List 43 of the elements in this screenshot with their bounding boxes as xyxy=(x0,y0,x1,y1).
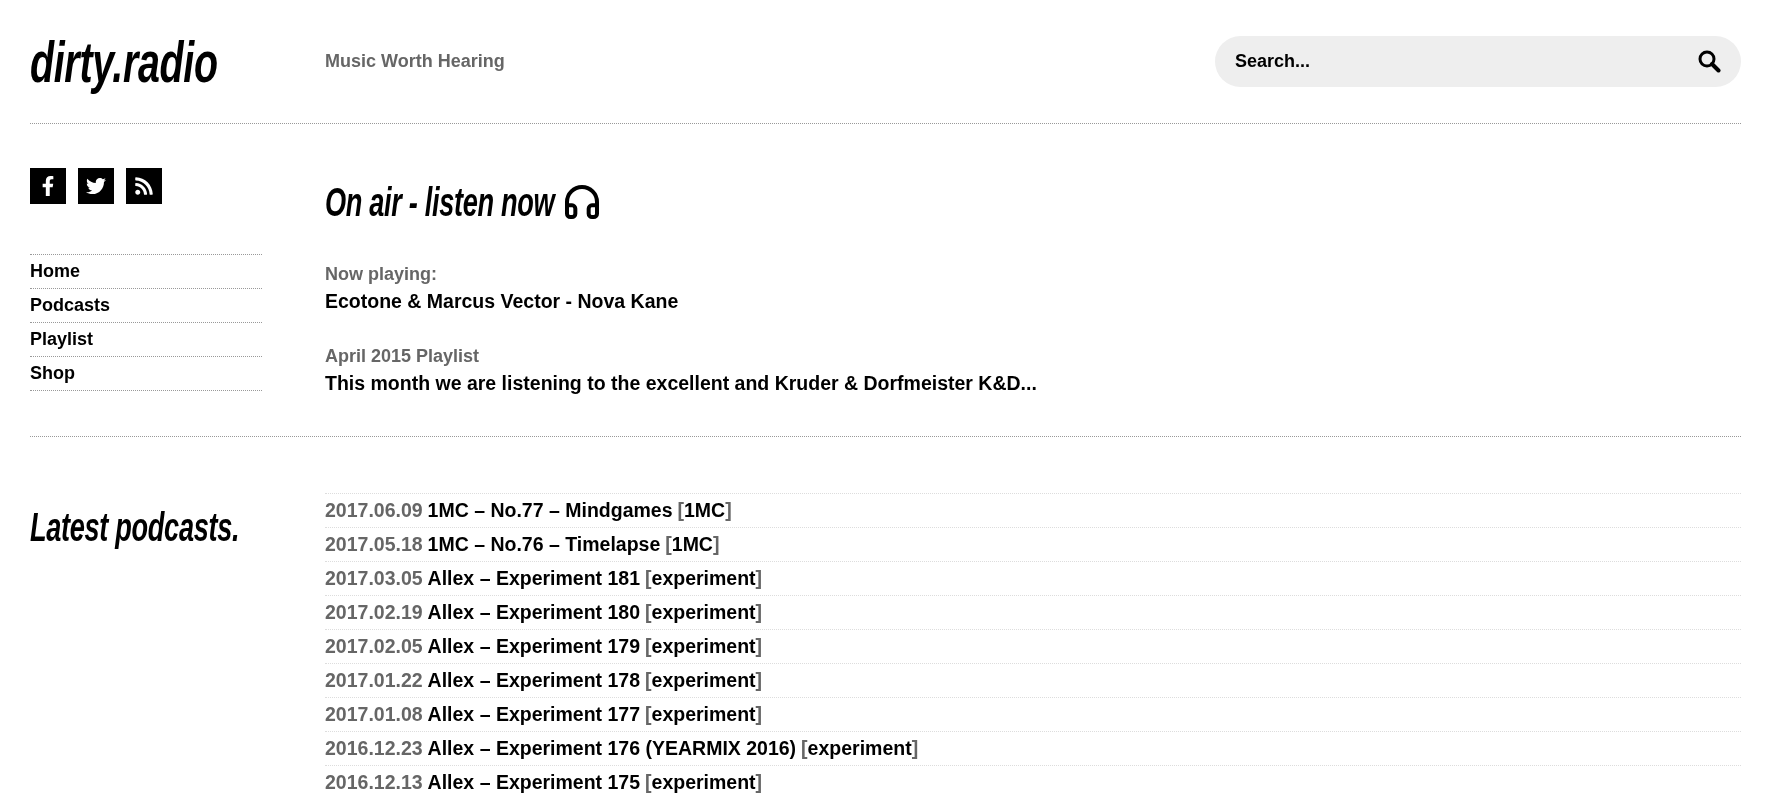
podcast-tag-link[interactable]: [experiment] xyxy=(645,567,763,590)
podcast-link[interactable]: Allex – Experiment 178 xyxy=(427,669,641,692)
playlist-title: April 2015 Playlist xyxy=(325,345,481,368)
podcast-tag-link[interactable]: [experiment] xyxy=(801,737,919,760)
search-field[interactable]: Search... xyxy=(1215,36,1741,87)
podcast-date: 2017.05.18 xyxy=(325,533,423,556)
on-air-heading: On air - listen now xyxy=(325,182,555,222)
nav-link[interactable]: Shop xyxy=(30,356,262,390)
podcast-date: 2017.03.05 xyxy=(325,567,423,590)
facebook-icon[interactable] xyxy=(30,168,66,204)
podcast-tag-link[interactable]: [experiment] xyxy=(645,703,763,726)
search-icon[interactable] xyxy=(1697,49,1721,73)
podcast-tag-link[interactable]: [experiment] xyxy=(645,601,763,624)
podcast-link[interactable]: Allex – Experiment 181 xyxy=(427,567,641,590)
podcast-tag-link[interactable]: [experiment] xyxy=(645,771,763,793)
podcast-tag-link[interactable]: [1MC] xyxy=(665,533,720,556)
nav-link[interactable]: Playlist xyxy=(30,322,262,356)
podcast-date: 2017.01.08 xyxy=(325,703,423,726)
podcast-date: 2017.06.09 xyxy=(325,499,423,522)
podcast-link[interactable]: Allex – Experiment 180 xyxy=(427,601,641,624)
podcast-date: 2017.02.19 xyxy=(325,601,423,624)
playlist-excerpt: This month we are listening to the excellent and Kruder & Dorfmeister K&D... xyxy=(325,371,1038,396)
nav-link[interactable]: Home xyxy=(30,254,262,288)
podcast-date: 2016.12.23 xyxy=(325,737,423,760)
podcast-link[interactable]: 1MC – No.77 – Mindgames xyxy=(427,499,673,522)
podcast-link[interactable]: Allex – Experiment 177 xyxy=(427,703,641,726)
podcast-tag-link[interactable]: [experiment] xyxy=(645,635,763,658)
rss-icon[interactable] xyxy=(126,168,162,204)
twitter-icon[interactable] xyxy=(78,168,114,204)
podcast-link[interactable]: Allex – Experiment 176 (YEARMIX 2016) xyxy=(427,737,797,760)
podcast-link[interactable]: Allex – Experiment 179 xyxy=(427,635,641,658)
podcast-link[interactable]: 1MC – No.76 – Timelapse xyxy=(427,533,661,556)
latest-podcasts-heading: Latest podcasts. xyxy=(30,507,240,547)
podcast-tag-link[interactable]: [1MC] xyxy=(677,499,732,522)
now-playing-label: Now playing: xyxy=(325,263,438,286)
site-tagline: Music Worth Hearing xyxy=(325,51,505,72)
now-playing-track: Ecotone & Marcus Vector - Nova Kane xyxy=(325,289,680,314)
podcast-date: 2016.12.13 xyxy=(325,771,423,793)
podcast-tag-link[interactable]: [experiment] xyxy=(645,669,763,692)
podcast-link[interactable]: Allex – Experiment 175 xyxy=(427,771,641,793)
podcast-date: 2017.02.05 xyxy=(325,635,423,658)
podcast-date: 2017.01.22 xyxy=(325,669,423,692)
nav-link[interactable]: Podcasts xyxy=(30,288,262,322)
